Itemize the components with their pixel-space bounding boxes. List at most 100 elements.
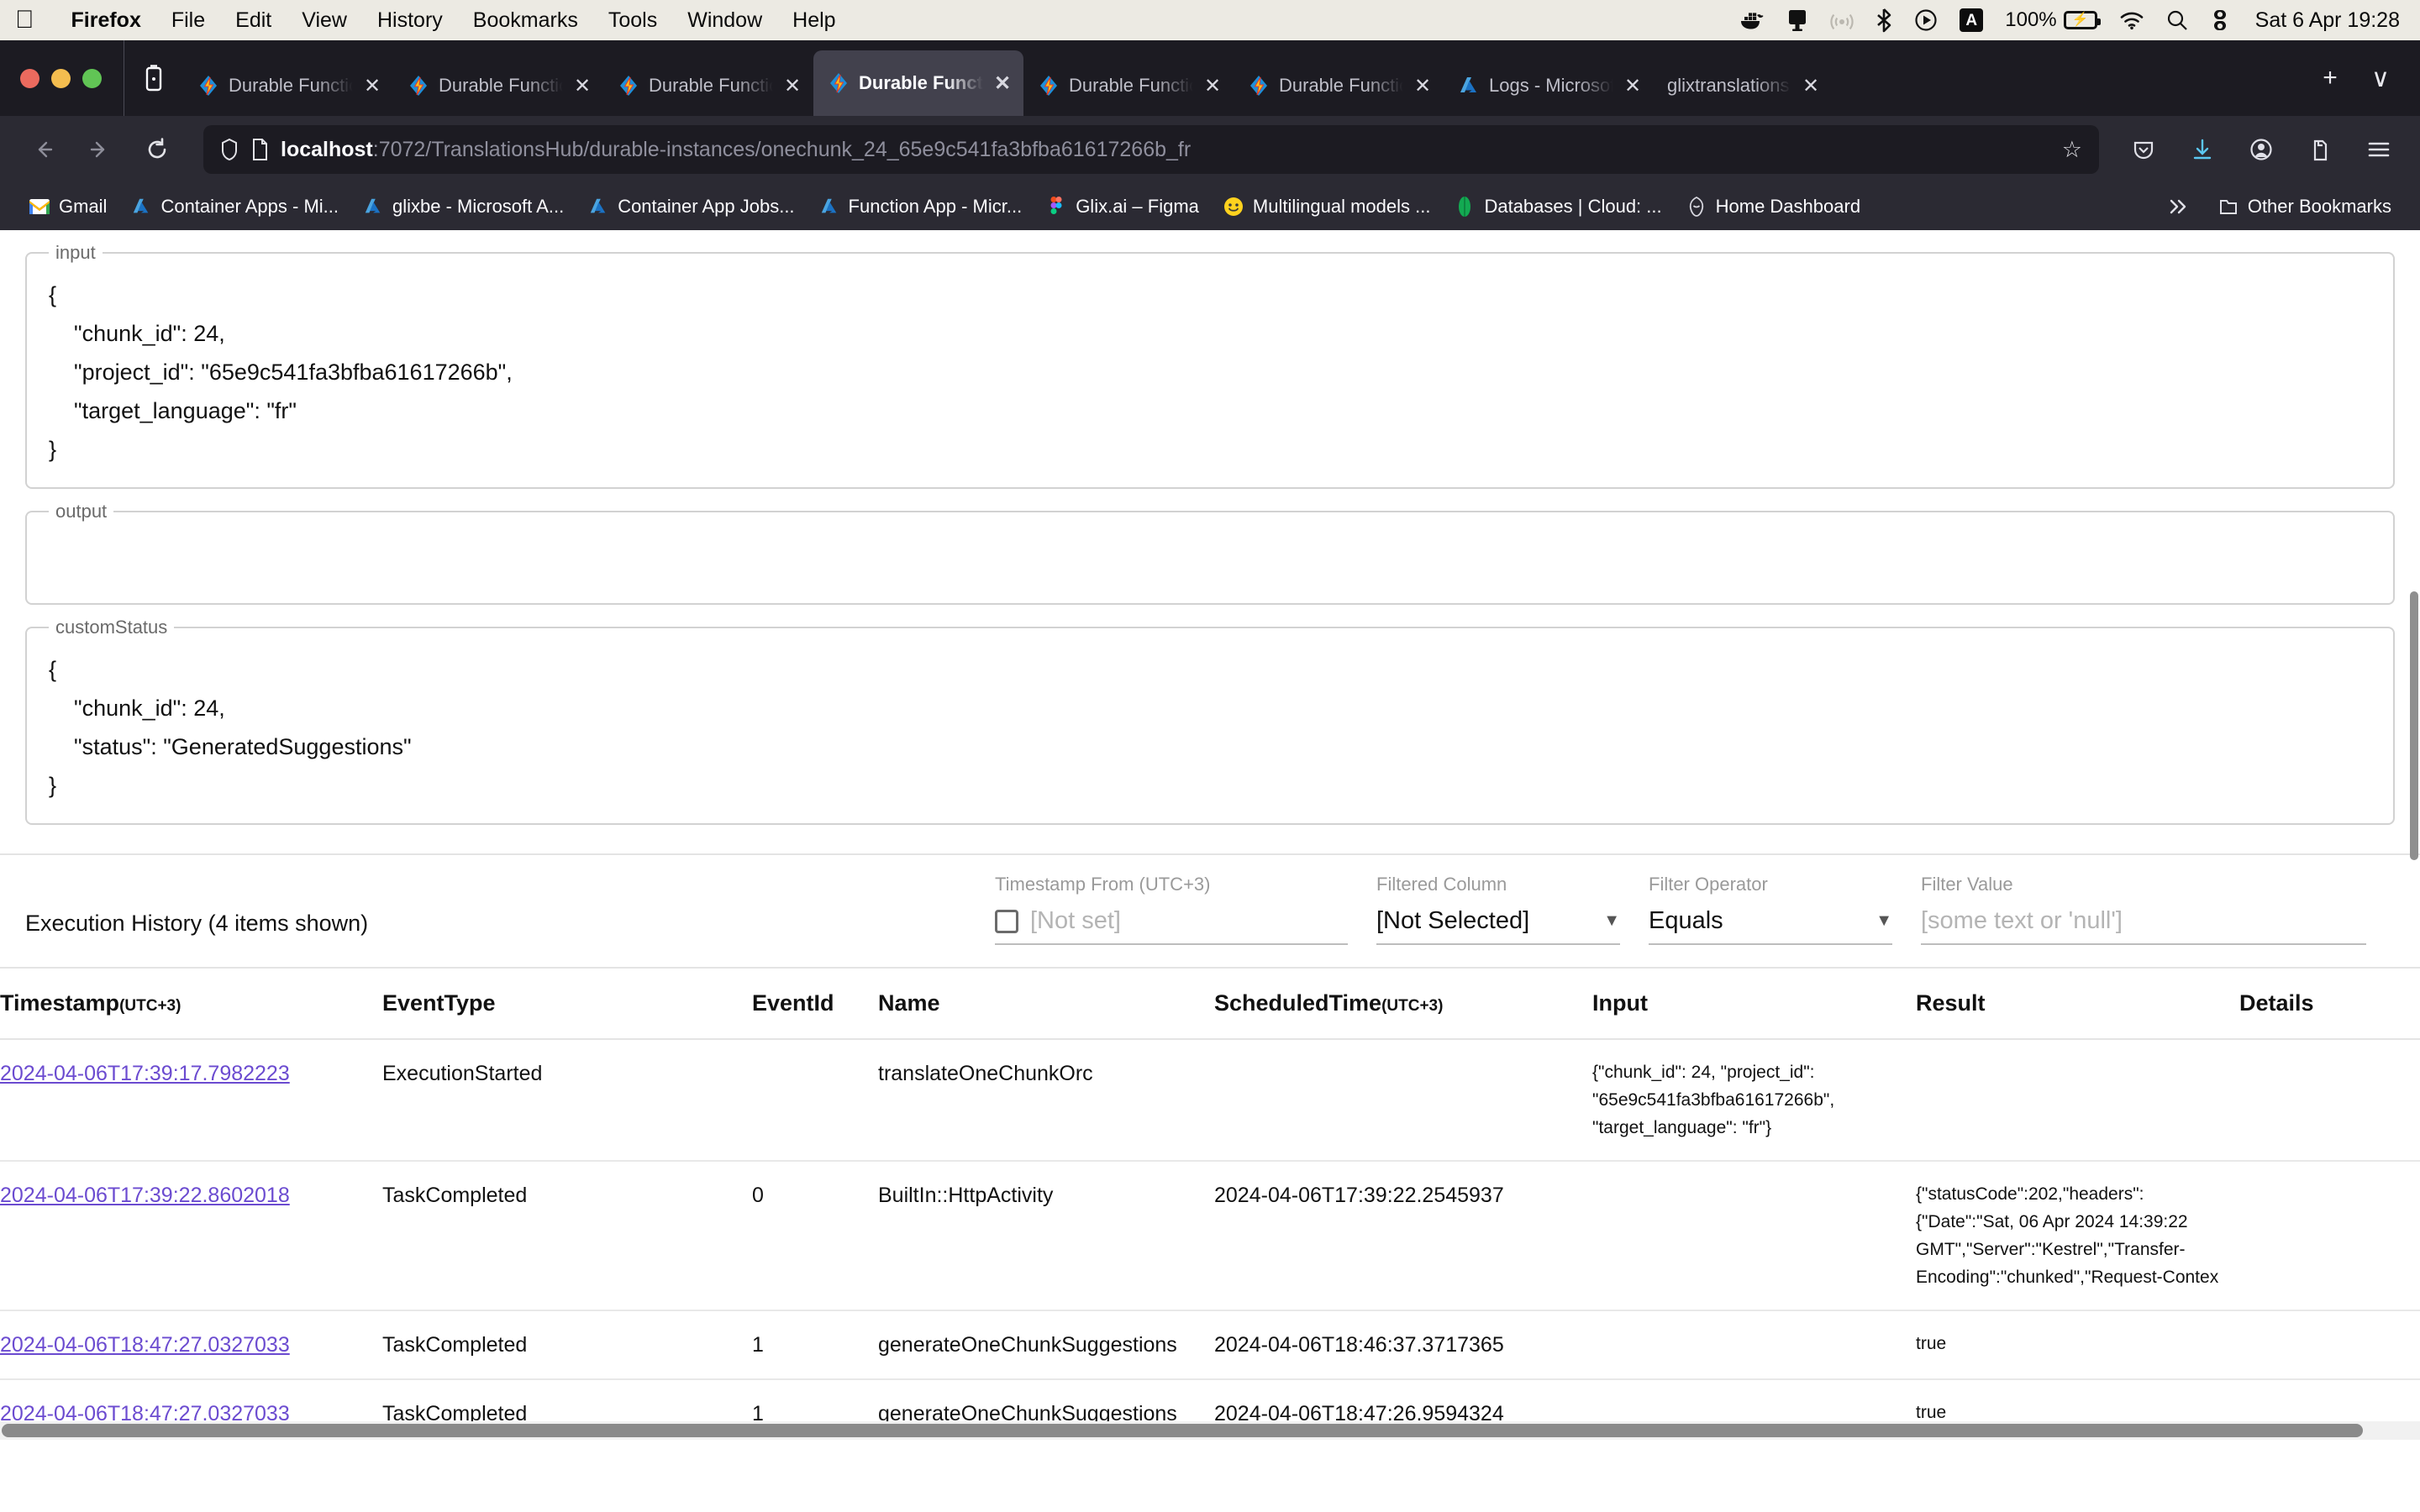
back-arrow-icon[interactable] bbox=[18, 125, 67, 174]
menu-item-window[interactable]: Window bbox=[672, 8, 777, 33]
timestamp-from-value[interactable]: [Not set] bbox=[1030, 907, 1121, 935]
menu-item-view[interactable]: View bbox=[287, 8, 362, 33]
list-all-tabs-button[interactable]: ∨ bbox=[2358, 55, 2403, 101]
column-header-details[interactable]: Details bbox=[2239, 969, 2420, 1040]
column-label: Details bbox=[2239, 990, 2314, 1016]
browser-tab[interactable]: Durable Function ✕ bbox=[1234, 55, 1444, 116]
timestamp-from-control[interactable]: [Not set] bbox=[995, 907, 1348, 943]
bookmark-glix-figma[interactable]: Glix.ai – Figma bbox=[1035, 191, 1209, 223]
extensions-icon[interactable] bbox=[2297, 127, 2343, 172]
input-source-icon[interactable]: A bbox=[1960, 8, 1984, 32]
browser-tab[interactable]: Durable Function ✕ bbox=[393, 55, 603, 116]
docker-icon[interactable] bbox=[1739, 9, 1765, 31]
battery-icon[interactable]: 100% ⚡ bbox=[2005, 10, 2101, 30]
account-icon[interactable] bbox=[2238, 127, 2284, 172]
menu-item-edit[interactable]: Edit bbox=[220, 8, 287, 33]
page-icon[interactable] bbox=[250, 138, 269, 161]
cell-result: true bbox=[1916, 1310, 2239, 1380]
menu-item-bookmarks[interactable]: Bookmarks bbox=[458, 8, 593, 33]
timestamp-link[interactable]: 2024-04-06T18:47:27.0327033 bbox=[0, 1333, 290, 1357]
column-header-eventid[interactable]: EventId bbox=[752, 969, 878, 1040]
chevron-down-icon[interactable]: ▼ bbox=[1854, 911, 1892, 931]
play-circle-icon[interactable] bbox=[1914, 8, 1938, 32]
filter-operator-label: Filter Operator bbox=[1649, 874, 1768, 895]
column-header-eventtype[interactable]: EventType bbox=[382, 969, 752, 1040]
close-tab-icon[interactable]: ✕ bbox=[992, 71, 1013, 96]
chevron-down-icon[interactable]: ▼ bbox=[1581, 911, 1620, 931]
pocket-icon[interactable] bbox=[2121, 127, 2166, 172]
browser-tab[interactable]: glixtranslations.azure ✕ bbox=[1654, 55, 1832, 116]
page-vertical-scrollbar-thumb[interactable] bbox=[2410, 591, 2418, 860]
browser-tab[interactable]: Durable Function ✕ bbox=[183, 55, 393, 116]
control-center-icon[interactable] bbox=[2210, 8, 2230, 32]
table-row[interactable]: 2024-04-06T17:39:17.7982223 ExecutionSta… bbox=[0, 1039, 2420, 1162]
display-icon[interactable] bbox=[1786, 8, 1808, 32]
column-header-input[interactable]: Input bbox=[1592, 969, 1916, 1040]
search-icon[interactable] bbox=[2166, 9, 2188, 31]
timestamp-link[interactable]: 2024-04-06T17:39:17.7982223 bbox=[0, 1062, 290, 1085]
browser-tab[interactable]: Durable Function ✕ bbox=[1023, 55, 1234, 116]
bookmark-multilingual-models[interactable]: Multilingual models ... bbox=[1213, 191, 1441, 223]
close-tab-icon[interactable]: ✕ bbox=[1202, 74, 1223, 98]
other-bookmarks-folder[interactable]: Other Bookmarks bbox=[2207, 191, 2402, 223]
wifi-icon[interactable] bbox=[2119, 10, 2144, 30]
reload-icon[interactable] bbox=[133, 125, 182, 174]
close-tab-icon[interactable]: ✕ bbox=[781, 74, 803, 98]
menu-item-history[interactable]: History bbox=[362, 8, 458, 33]
bookmark-function-app[interactable]: Function App - Micr... bbox=[808, 191, 1033, 223]
column-header-scheduledtime[interactable]: ScheduledTime(UTC+3) bbox=[1214, 969, 1592, 1040]
bookmark-glixbe[interactable]: glixbe - Microsoft A... bbox=[352, 191, 574, 223]
column-header-name[interactable]: Name bbox=[878, 969, 1214, 1040]
menu-item-help[interactable]: Help bbox=[777, 8, 850, 33]
filtered-column-select[interactable]: [Not Selected] ▼ bbox=[1376, 907, 1620, 943]
minimize-window-button[interactable] bbox=[51, 68, 71, 88]
column-header-result[interactable]: Result bbox=[1916, 969, 2239, 1040]
bookmark-gmail[interactable]: Gmail bbox=[18, 191, 117, 223]
chevron-double-right-icon[interactable] bbox=[2154, 191, 2201, 223]
forward-arrow-icon[interactable] bbox=[76, 125, 124, 174]
bookmark-container-apps[interactable]: Container Apps - Mi... bbox=[120, 191, 349, 223]
bookmark-home-dashboard[interactable]: Home Dashboard bbox=[1676, 191, 1870, 223]
column-header-timestamp[interactable]: Timestamp(UTC+3) bbox=[0, 969, 382, 1040]
close-tab-icon[interactable]: ✕ bbox=[1622, 74, 1644, 98]
new-tab-button[interactable]: + bbox=[2307, 55, 2353, 101]
bookmark-container-app-jobs[interactable]: Container App Jobs... bbox=[577, 191, 804, 223]
bookmark-databases[interactable]: Databases | Cloud: ... bbox=[1444, 191, 1671, 223]
filter-value-input[interactable]: [some text or 'null'] bbox=[1921, 907, 2123, 935]
star-icon[interactable]: ☆ bbox=[2062, 137, 2082, 163]
input-json[interactable]: { "chunk_id": 24, "project_id": "65e9c54… bbox=[49, 276, 2371, 469]
shield-icon[interactable] bbox=[220, 138, 239, 161]
timestamp-link[interactable]: 2024-04-06T17:39:22.8602018 bbox=[0, 1184, 290, 1207]
bluetooth-icon[interactable] bbox=[1876, 8, 1892, 33]
window-controls[interactable] bbox=[20, 40, 124, 116]
table-horizontal-scrollbar-thumb[interactable] bbox=[2, 1424, 2363, 1437]
airplay-icon[interactable] bbox=[1830, 9, 1854, 31]
close-tab-icon[interactable]: ✕ bbox=[571, 74, 593, 98]
close-tab-icon[interactable]: ✕ bbox=[1412, 74, 1434, 98]
custom-status-json[interactable]: { "chunk_id": 24, "status": "GeneratedSu… bbox=[49, 650, 2371, 805]
zoom-window-button[interactable] bbox=[82, 68, 102, 88]
url-bar[interactable]: localhost:7072/TranslationsHub/durable-i… bbox=[203, 125, 2099, 174]
close-tab-icon[interactable]: ✕ bbox=[361, 74, 383, 98]
url-text[interactable]: localhost:7072/TranslationsHub/durable-i… bbox=[281, 138, 2050, 162]
close-tab-icon[interactable]: ✕ bbox=[1800, 74, 1822, 98]
menu-item-tools[interactable]: Tools bbox=[593, 8, 672, 33]
app-menu-icon[interactable] bbox=[2356, 127, 2402, 172]
close-window-button[interactable] bbox=[20, 68, 39, 88]
downloads-icon[interactable] bbox=[2180, 127, 2225, 172]
table-horizontal-scrollbar[interactable] bbox=[0, 1421, 2420, 1440]
browser-tab[interactable]: Durable Function ✕ bbox=[603, 55, 813, 116]
table-row[interactable]: 2024-04-06T17:39:22.8602018 TaskComplete… bbox=[0, 1161, 2420, 1311]
menu-item-file[interactable]: File bbox=[156, 8, 220, 33]
filter-value-control[interactable]: [some text or 'null'] bbox=[1921, 907, 2366, 943]
output-json[interactable] bbox=[49, 534, 2371, 585]
timestamp-from-checkbox[interactable] bbox=[995, 909, 1018, 933]
firefox-view-icon[interactable] bbox=[124, 40, 183, 116]
menu-clock[interactable]: Sat 6 Apr 19:28 bbox=[2255, 8, 2400, 33]
table-row[interactable]: 2024-04-06T18:47:27.0327033 TaskComplete… bbox=[0, 1310, 2420, 1380]
browser-tab-active[interactable]: Durable Function ✕ bbox=[813, 50, 1023, 116]
menu-item-firefox[interactable]: Firefox bbox=[56, 8, 156, 33]
browser-tab[interactable]: Logs - Microsoft ✕ bbox=[1444, 55, 1654, 116]
filter-operator-select[interactable]: Equals ▼ bbox=[1649, 907, 1892, 943]
page-vertical-scrollbar[interactable] bbox=[2408, 230, 2420, 1440]
